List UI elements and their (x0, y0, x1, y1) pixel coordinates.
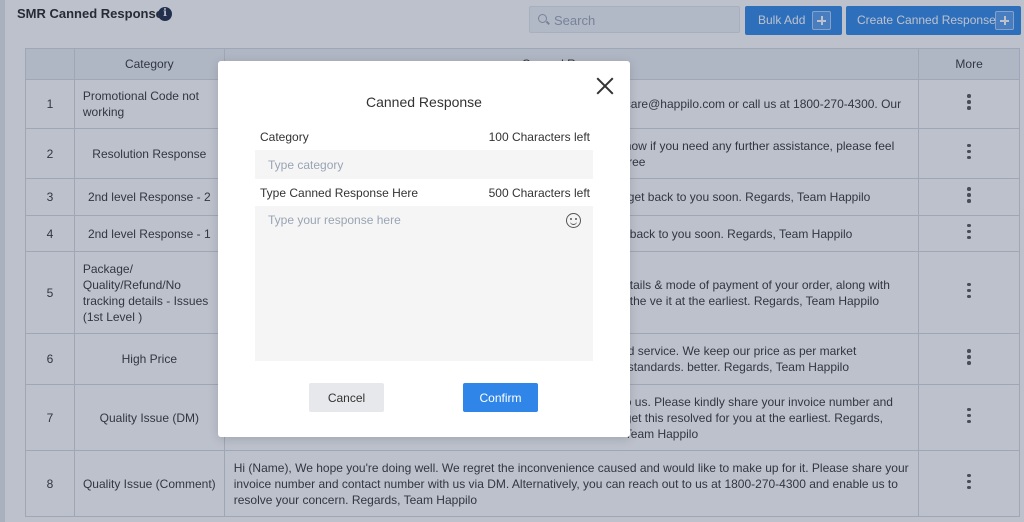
page: SMR Canned Response i Search Bulk Add Cr… (0, 0, 1024, 522)
modal-title: Canned Response (366, 94, 482, 110)
response-label: Type Canned Response Here (260, 186, 419, 200)
response-char-counter: 500 Characters left (488, 186, 590, 200)
confirm-button[interactable]: Confirm (463, 383, 538, 412)
category-input[interactable] (255, 150, 593, 179)
category-label: Category (260, 130, 309, 144)
category-label-row: Category 100 Characters left (260, 130, 590, 144)
cancel-button[interactable]: Cancel (309, 383, 384, 412)
close-icon[interactable] (596, 77, 614, 95)
response-label-row: Type Canned Response Here 500 Characters… (260, 186, 590, 200)
category-char-counter: 100 Characters left (488, 130, 590, 144)
response-textarea[interactable] (255, 206, 593, 361)
canned-response-modal: Canned Response Category 100 Characters … (218, 61, 630, 437)
emoji-icon[interactable] (566, 213, 581, 228)
